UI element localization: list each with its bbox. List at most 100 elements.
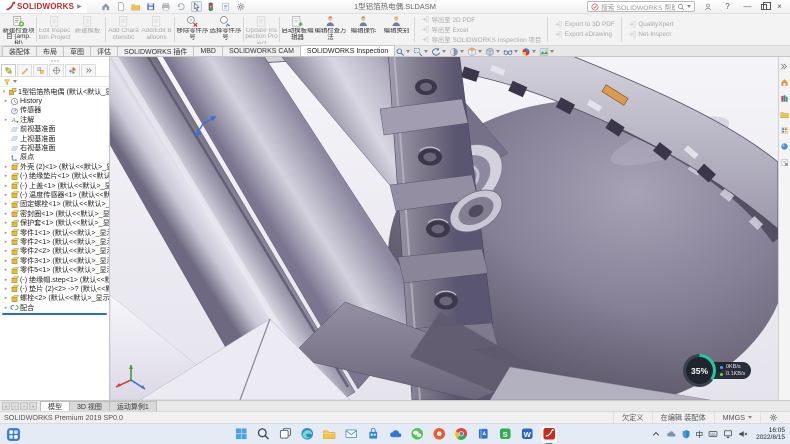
expand-arrow-icon[interactable]: ▸: [3, 164, 9, 170]
search-caret-icon[interactable]: [687, 5, 691, 8]
edit-category-button[interactable]: 编辑类别: [380, 15, 413, 44]
edit-operation-button[interactable]: 编辑操作: [347, 15, 380, 44]
tree-item[interactable]: ▸外壳 (2)<1> (默认<<默认>_显示状态: [0, 162, 109, 171]
tree-item[interactable]: ▸History: [0, 96, 109, 105]
graphics-viewport[interactable]: 35% 0KB/s 0.1KB/s: [110, 57, 778, 400]
command-tab[interactable]: 草图: [63, 46, 91, 56]
section-view-button[interactable]: [449, 47, 464, 57]
tab-scroll-button[interactable]: ›: [20, 402, 28, 410]
net-inspect-button[interactable]: Net-Inspect: [628, 30, 674, 39]
expand-arrow-icon[interactable]: ▸: [3, 201, 9, 207]
appearances-tab[interactable]: [780, 142, 789, 151]
close-button[interactable]: ×: [772, 1, 787, 13]
expand-arrow-icon[interactable]: ▸: [3, 239, 9, 245]
taskbar-task-view-button[interactable]: [277, 426, 294, 443]
tray-keyboard[interactable]: [708, 429, 718, 439]
command-tab[interactable]: 评估: [90, 46, 118, 56]
taskbar-start-button[interactable]: [233, 426, 250, 443]
tab-scroll-button[interactable]: «: [2, 402, 10, 410]
tray-cloud[interactable]: [666, 429, 676, 439]
tree-item[interactable]: ▸配合: [0, 303, 109, 312]
filter-caret-icon[interactable]: [13, 80, 17, 83]
tree-item[interactable]: ▸零件3<1> (默认<<默认>_显示状态: [0, 256, 109, 265]
document-tab[interactable]: 3D 视图: [69, 401, 110, 411]
expand-arrow-icon[interactable]: ▸: [3, 230, 9, 236]
taskbar-word-button[interactable]: W: [519, 426, 536, 443]
taskbar-dictionary-button[interactable]: [475, 426, 492, 443]
edit-inspection-method-button[interactable]: 编辑检查方法: [314, 15, 347, 44]
taskbar-edge-button[interactable]: [299, 426, 316, 443]
select-button[interactable]: [191, 1, 202, 12]
tray-volume[interactable]: [738, 429, 748, 439]
tree-item[interactable]: ▾1型铝箔热电偶 (默认<默认_显示状态-1>: [0, 87, 109, 96]
expand-arrow-icon[interactable]: ▸: [3, 295, 9, 301]
login-button[interactable]: [700, 1, 715, 13]
taskbar-wechat-button[interactable]: [409, 426, 426, 443]
tray-chevron-up[interactable]: [651, 429, 661, 439]
status-item[interactable]: MMGS: [714, 412, 760, 423]
status-options-button[interactable]: [760, 412, 786, 423]
update-inspection-project-button[interactable]: Update Inspection Project: [245, 15, 278, 44]
expand-arrow-icon[interactable]: ▸: [3, 267, 9, 273]
file-properties-button[interactable]: [221, 1, 232, 12]
tree-filter-row[interactable]: [0, 77, 109, 87]
tray-shield[interactable]: [681, 429, 691, 439]
file-explorer-tab[interactable]: [780, 110, 789, 119]
command-tab[interactable]: SOLIDWORKS CAM: [222, 46, 301, 56]
minimize-button[interactable]: —: [740, 1, 755, 13]
tree-item[interactable]: 传感器: [0, 106, 109, 115]
tree-item[interactable]: ▸零件2<1> (默认<<默认>_显示状态: [0, 237, 109, 246]
tree-item[interactable]: 前视基准面: [0, 125, 109, 134]
hide-items-button[interactable]: [503, 47, 518, 57]
help-search-box[interactable]: 搜索 SOLIDWORKS 帮助: [587, 1, 695, 12]
tray-display[interactable]: [723, 429, 733, 439]
tree-item[interactable]: ▸固定螺栓<1> (默认<<默认>_显示状: [0, 200, 109, 209]
select-balloons-button[interactable]: 选择零件序号: [209, 15, 242, 44]
expand-arrow-icon[interactable]: ▸: [3, 248, 9, 254]
taskbar-mail-button[interactable]: [343, 426, 360, 443]
expand-arrow-icon[interactable]: ▸: [3, 286, 9, 292]
undo-button[interactable]: [176, 1, 187, 12]
help-button[interactable]: ?: [720, 1, 735, 13]
taskbar-chrome-button[interactable]: [453, 426, 470, 443]
featuremanager-tab[interactable]: [1, 64, 16, 76]
rollback-bar[interactable]: [2, 313, 107, 315]
home-button[interactable]: [101, 1, 112, 12]
export-excel-button[interactable]: 导出至 Excel: [421, 25, 541, 34]
scene-button[interactable]: [539, 47, 554, 57]
open-button[interactable]: [131, 1, 142, 12]
expand-arrow-icon[interactable]: ▸: [3, 277, 9, 283]
taskbar-browser-360-button[interactable]: [431, 426, 448, 443]
expand-arrow-icon[interactable]: ▸: [3, 117, 9, 123]
tree-item[interactable]: ▸零件2<2> (默认<<默认>_显示状态: [0, 247, 109, 256]
new-template-button[interactable]: 新建模板: [71, 15, 104, 44]
network-monitor-badge[interactable]: 35% 0KB/s 0.1KB/s: [683, 354, 751, 387]
expand-arrow-icon[interactable]: ▸: [3, 305, 9, 311]
tree-item[interactable]: ▸(-) 绝缘帽.step<1> (默认<<默认>_: [0, 275, 109, 284]
menu-expand-icon[interactable]: ▶: [77, 3, 82, 10]
taskbar-app-s-button[interactable]: S: [497, 426, 514, 443]
export-sw-inspection-button[interactable]: 导出至 SOLIDWORKS Inspection 项目: [421, 35, 541, 44]
qualityxpert-button[interactable]: QualityXpert: [628, 20, 674, 29]
expand-arrow-icon[interactable]: ▸: [3, 183, 9, 189]
taskbar-onedrive-button[interactable]: [387, 426, 404, 443]
tree-item[interactable]: ▸密封圈<1> (默认<<默认>_显示状态: [0, 209, 109, 218]
save-button[interactable]: [146, 1, 157, 12]
expand-arrow-icon[interactable]: ▸: [3, 211, 9, 217]
taskbar-store-button[interactable]: [365, 426, 382, 443]
propertymanager-tab[interactable]: [17, 64, 32, 76]
tab-scroll-button[interactable]: »: [29, 402, 37, 410]
tray-ime-indicator[interactable]: 中: [696, 429, 704, 440]
expand-arrow-icon[interactable]: ▸: [3, 98, 9, 104]
search-icon[interactable]: [677, 3, 685, 11]
tree-item[interactable]: 上视基准面: [0, 134, 109, 143]
tree-item[interactable]: 原点: [0, 153, 109, 162]
edit-inspection-project-button[interactable]: Edit Inspection Project: [38, 15, 71, 44]
tree-item[interactable]: ▸(-) 温度传感器<1> (默认<<默认>_显: [0, 190, 109, 199]
view-orientation-button[interactable]: [467, 47, 482, 57]
filter-icon[interactable]: [3, 78, 11, 86]
resources-tab[interactable]: [780, 78, 789, 87]
document-tab[interactable]: 运动算例1: [109, 401, 157, 411]
restore-button[interactable]: [756, 1, 771, 13]
command-tab[interactable]: 布局: [36, 46, 64, 56]
